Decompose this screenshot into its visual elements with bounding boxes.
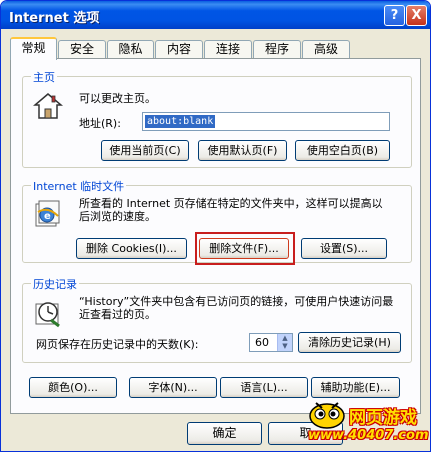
- homepage-group: 主页 可以更改主页。 地址(R): about:blank 使用当前页(C) 使…: [22, 69, 412, 168]
- internet-options-dialog: Internet 选项 ? X 常规 安全 隐私 内容 连接 程序 高级 主页 …: [0, 0, 431, 452]
- fonts-button[interactable]: 字体(N)...: [129, 377, 217, 398]
- help-button[interactable]: ?: [384, 5, 405, 26]
- spinner-arrows-icon[interactable]: ▲ ▼: [277, 334, 292, 351]
- house-icon: [33, 93, 63, 119]
- tab-content[interactable]: 内容: [155, 40, 203, 59]
- address-field[interactable]: about:blank: [142, 112, 390, 131]
- history-days-label: 网页保存在历史记录中的天数(K):: [36, 338, 199, 351]
- settings-button[interactable]: 设置(S)...: [301, 238, 387, 259]
- tab-programs[interactable]: 程序: [253, 40, 301, 59]
- title-bar[interactable]: Internet 选项 ? X: [1, 1, 430, 29]
- use-default-page-button[interactable]: 使用默认页(F): [198, 140, 287, 161]
- history-days-stepper[interactable]: 60 ▲ ▼: [249, 333, 293, 352]
- history-days-value: 60: [255, 336, 269, 349]
- watermark-logo: 网页游戏 www.40407.com: [302, 396, 430, 451]
- window-title: Internet 选项: [9, 11, 100, 26]
- homepage-description: 可以更改主页。: [79, 92, 156, 105]
- history-group: 历史记录 “History”文件夹中包含有已访问页的链接，可使用户快速访问最近查…: [22, 276, 412, 363]
- homepage-group-title: 主页: [31, 69, 57, 85]
- tab-general[interactable]: 常规: [10, 37, 57, 60]
- clear-history-button[interactable]: 清除历史记录(H): [298, 332, 401, 353]
- close-button[interactable]: X: [406, 5, 427, 26]
- address-label: 地址(R):: [79, 117, 121, 130]
- temp-files-description: 所查看的 Internet 页存储在特定的文件夹中，这样可以提高以后浏览的速度。: [79, 197, 383, 223]
- mascot-icon: [309, 402, 345, 429]
- history-clock-icon: [35, 302, 60, 328]
- delete-cookies-button[interactable]: 删除 Cookies(I)...: [76, 238, 187, 259]
- temp-files-group: Internet 临时文件 e 所查看的 Internet 页存储在特定的文件夹…: [22, 178, 412, 265]
- colors-button[interactable]: 颜色(O)...: [29, 377, 117, 398]
- ok-button[interactable]: 确定: [187, 422, 262, 445]
- use-blank-page-button[interactable]: 使用空白页(B): [295, 140, 390, 161]
- tab-connections[interactable]: 连接: [204, 40, 252, 59]
- address-value: about:blank: [145, 115, 216, 128]
- languages-button[interactable]: 语言(L)...: [220, 377, 308, 398]
- ie-cache-icon: e: [35, 200, 60, 227]
- accessibility-button[interactable]: 辅助功能(E)...: [311, 377, 400, 398]
- tab-advanced[interactable]: 高级: [302, 40, 350, 59]
- delete-files-button[interactable]: 删除文件(F)...: [199, 238, 289, 259]
- general-tab-panel: 主页 可以更改主页。 地址(R): about:blank 使用当前页(C) 使…: [10, 58, 421, 414]
- history-group-title: 历史记录: [31, 276, 79, 292]
- use-current-page-button[interactable]: 使用当前页(C): [101, 140, 189, 161]
- temp-files-group-title: Internet 临时文件: [31, 178, 127, 194]
- history-description: “History”文件夹中包含有已访问页的链接，可使用户快速访问最近查看过的页。: [79, 295, 394, 321]
- svg-text:e: e: [44, 211, 51, 222]
- tab-security[interactable]: 安全: [58, 40, 106, 59]
- watermark-title: 网页游戏: [349, 408, 417, 428]
- watermark-url: www.40407.com: [308, 428, 429, 443]
- tab-privacy[interactable]: 隐私: [107, 40, 154, 59]
